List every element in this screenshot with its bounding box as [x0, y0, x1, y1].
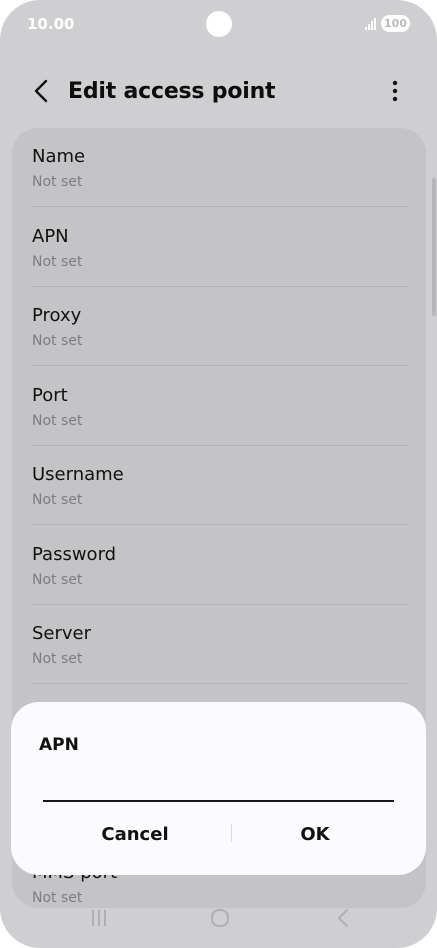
setting-value: Not set [32, 254, 83, 270]
status-time: 10.00 [27, 15, 75, 33]
cancel-button[interactable]: Cancel [45, 814, 225, 854]
navigation-bar [0, 896, 437, 948]
setting-row-proxy[interactable]: Proxy Not set [32, 287, 408, 366]
chevron-left-icon [34, 79, 48, 108]
dialog-title: APN [39, 735, 79, 755]
setting-row-server[interactable]: Server Not set [32, 605, 408, 684]
setting-title: Name [32, 146, 86, 167]
apn-input[interactable] [43, 774, 394, 802]
setting-row-apn[interactable]: APN Not set [32, 208, 408, 287]
setting-title: APN [32, 226, 69, 247]
setting-value: Not set [32, 492, 83, 508]
more-options-button[interactable] [383, 78, 407, 108]
scrollbar[interactable] [432, 178, 436, 316]
setting-title: Username [32, 464, 124, 485]
setting-value: Not set [32, 413, 83, 429]
setting-title: Port [32, 385, 68, 406]
setting-title: Proxy [32, 305, 82, 326]
recents-icon [90, 909, 108, 932]
battery-indicator: 100 [381, 15, 410, 32]
setting-value: Not set [32, 572, 83, 588]
setting-row-username[interactable]: Username Not set [32, 446, 408, 525]
page-title: Edit access point [68, 79, 276, 104]
front-camera [206, 11, 232, 37]
setting-row-port[interactable]: Port Not set [32, 367, 408, 446]
setting-value: Not set [32, 333, 83, 349]
status-bar: 10.00 100 [0, 0, 437, 48]
setting-title: Server [32, 623, 92, 644]
home-button[interactable] [205, 908, 235, 932]
apn-dialog: APN Cancel OK [11, 702, 426, 875]
nav-back-icon [337, 908, 349, 932]
ok-button[interactable]: OK [225, 814, 405, 854]
back-button[interactable] [26, 78, 56, 108]
setting-row-name[interactable]: Name Not set [32, 128, 408, 207]
more-vertical-icon [392, 80, 398, 107]
signal-icon [365, 17, 377, 30]
setting-row-password[interactable]: Password Not set [32, 526, 408, 605]
setting-title: Password [32, 544, 117, 565]
app-bar: Edit access point [0, 64, 437, 122]
phone-screen: 10.00 100 Edit access point Name Not set… [0, 0, 437, 948]
recents-button[interactable] [84, 908, 114, 932]
home-icon [210, 908, 230, 933]
setting-value: Not set [32, 174, 83, 190]
setting-value: Not set [32, 651, 83, 667]
nav-back-button[interactable] [328, 908, 358, 932]
